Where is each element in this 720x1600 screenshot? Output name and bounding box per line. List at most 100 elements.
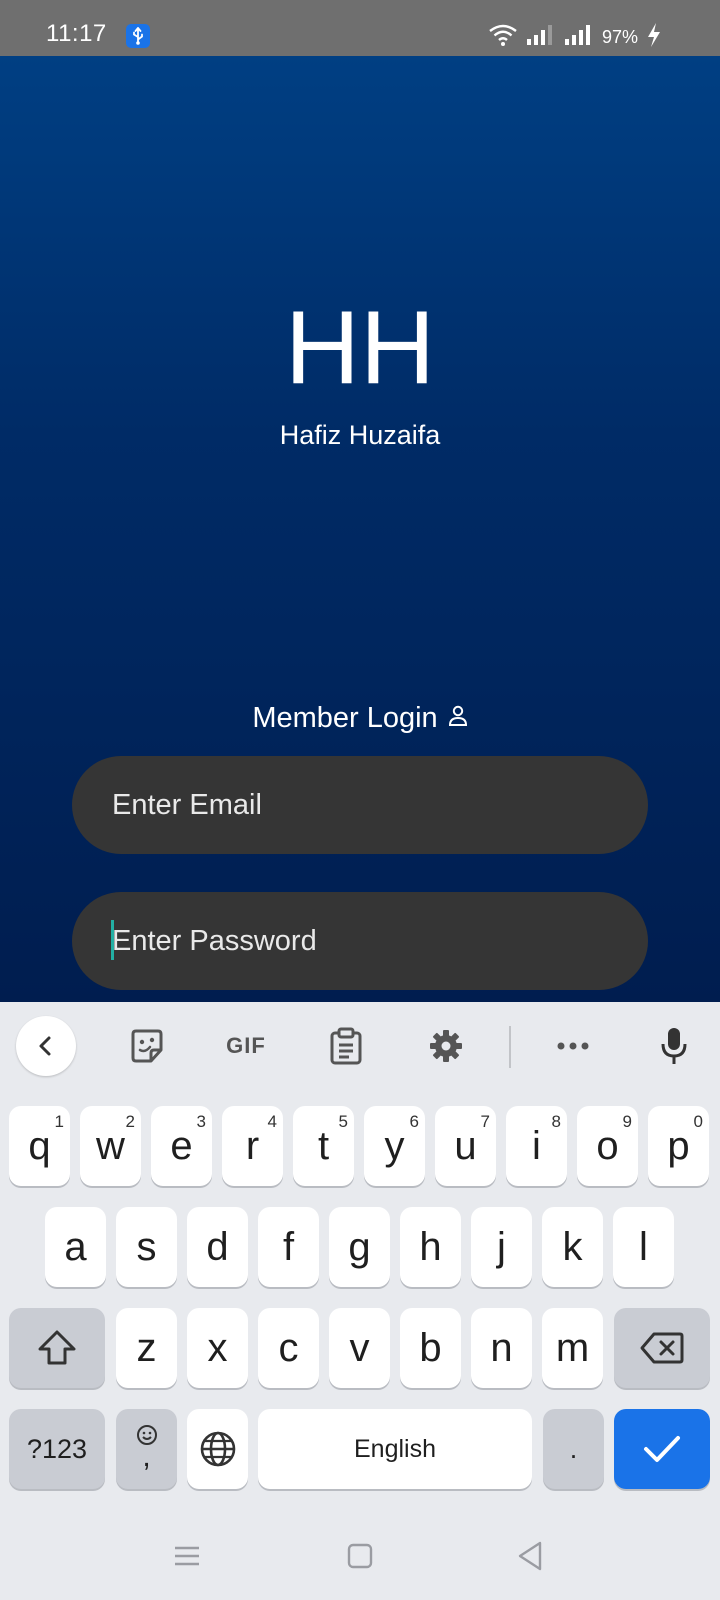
- home-button[interactable]: [346, 1542, 374, 1575]
- key-q[interactable]: q1: [9, 1106, 70, 1186]
- more-options-button[interactable]: [543, 1016, 603, 1076]
- space-key[interactable]: English: [258, 1409, 532, 1489]
- key-label: g: [348, 1224, 371, 1269]
- key-k[interactable]: k: [542, 1207, 603, 1287]
- backspace-key[interactable]: [614, 1308, 710, 1388]
- symbols-key[interactable]: ?123: [9, 1409, 105, 1489]
- password-field-container: [72, 892, 648, 990]
- checkmark-icon: [644, 1436, 680, 1462]
- key-f[interactable]: f: [258, 1207, 319, 1287]
- key-label: d: [206, 1224, 229, 1269]
- key-label: x: [207, 1325, 228, 1370]
- shift-key[interactable]: [9, 1308, 105, 1388]
- space-key-label: English: [354, 1434, 436, 1463]
- comma-label: ,: [142, 1440, 151, 1473]
- member-login-title: Member Login: [252, 702, 438, 734]
- key-label: k: [562, 1224, 583, 1269]
- key-t[interactable]: t5: [293, 1106, 354, 1186]
- key-hint: 4: [267, 1112, 277, 1131]
- key-v[interactable]: v: [329, 1308, 390, 1388]
- key-label: u: [454, 1123, 477, 1168]
- sticker-icon: [131, 1029, 163, 1063]
- key-label: a: [64, 1224, 87, 1269]
- key-s[interactable]: s: [116, 1207, 177, 1287]
- keyboard: GIF q 1 w 2 e 3 r 4 t 5 y 6 u 7 i 8 o 9 …: [0, 1002, 720, 1512]
- key-u[interactable]: u7: [435, 1106, 496, 1186]
- key-hint: 0: [693, 1112, 703, 1131]
- key-j[interactable]: j: [471, 1207, 532, 1287]
- key-o[interactable]: o9: [577, 1106, 638, 1186]
- toolbar-divider: [509, 1026, 511, 1068]
- key-label: p: [667, 1123, 690, 1168]
- square-icon: [347, 1543, 373, 1569]
- key-hint: 9: [622, 1112, 632, 1131]
- signal-icon-sim2: [564, 23, 594, 52]
- key-h[interactable]: h: [400, 1207, 461, 1287]
- toolbar-collapse-button[interactable]: [16, 1016, 76, 1076]
- key-label: s: [136, 1224, 157, 1269]
- member-login-heading: Member Login: [0, 702, 720, 735]
- shift-arrow-icon: [38, 1330, 76, 1365]
- email-field[interactable]: [112, 788, 648, 822]
- sticker-button[interactable]: [117, 1016, 177, 1076]
- text-cursor: [111, 920, 114, 960]
- key-p[interactable]: p0: [648, 1106, 709, 1186]
- menu-icon: [175, 1546, 199, 1566]
- key-hint: 6: [409, 1112, 419, 1131]
- key-hint: 3: [196, 1112, 206, 1131]
- language-key[interactable]: [187, 1409, 248, 1489]
- key-m[interactable]: m: [542, 1308, 603, 1388]
- key-label: f: [282, 1224, 295, 1269]
- battery-percentage: 97%: [601, 27, 638, 47]
- enter-key[interactable]: [614, 1409, 710, 1489]
- key-label: l: [639, 1224, 648, 1269]
- signal-icon-sim1: [526, 23, 556, 52]
- email-field-container: [72, 756, 648, 854]
- gif-button[interactable]: GIF: [216, 1016, 276, 1076]
- clipboard-button[interactable]: [316, 1016, 376, 1076]
- password-field[interactable]: [112, 924, 648, 958]
- key-label: j: [497, 1224, 506, 1269]
- microphone-icon: [661, 1028, 687, 1064]
- key-c[interactable]: c: [258, 1308, 319, 1388]
- comma-key[interactable]: ,: [116, 1409, 177, 1489]
- key-e[interactable]: e3: [151, 1106, 212, 1186]
- key-l[interactable]: l: [613, 1207, 674, 1287]
- key-g[interactable]: g: [329, 1207, 390, 1287]
- key-n[interactable]: n: [471, 1308, 532, 1388]
- key-a[interactable]: a: [45, 1207, 106, 1287]
- logo-initials: HH: [284, 290, 436, 406]
- recent-apps-button[interactable]: [173, 1542, 201, 1575]
- key-label: c: [278, 1325, 299, 1370]
- navigation-bar: [0, 1512, 720, 1600]
- status-time: 11:17: [46, 20, 107, 47]
- period-label: .: [569, 1433, 578, 1464]
- key-label: r: [245, 1123, 260, 1168]
- key-i[interactable]: i8: [506, 1106, 567, 1186]
- settings-button[interactable]: [416, 1016, 476, 1076]
- key-d[interactable]: d: [187, 1207, 248, 1287]
- login-screen: HH Hafiz Huzaifa Member Login: [0, 56, 720, 1002]
- keyboard-toolbar: GIF: [0, 1002, 720, 1090]
- key-hint: 2: [125, 1112, 135, 1131]
- key-hint: 8: [551, 1112, 561, 1131]
- key-x[interactable]: x: [187, 1308, 248, 1388]
- key-b[interactable]: b: [400, 1308, 461, 1388]
- gif-label: GIF: [226, 1033, 266, 1058]
- key-label: i: [532, 1123, 541, 1168]
- key-label: t: [317, 1123, 330, 1168]
- voice-input-button[interactable]: [644, 1016, 704, 1076]
- key-label: n: [490, 1325, 513, 1370]
- symbols-key-label: ?123: [26, 1433, 88, 1464]
- period-key[interactable]: .: [543, 1409, 604, 1489]
- back-button[interactable]: [516, 1540, 544, 1577]
- status-bar: 11:17 97%: [0, 0, 720, 56]
- globe-icon: [200, 1431, 235, 1467]
- key-label: m: [555, 1325, 590, 1370]
- key-r[interactable]: r4: [222, 1106, 283, 1186]
- key-y[interactable]: y6: [364, 1106, 425, 1186]
- key-z[interactable]: z: [116, 1308, 177, 1388]
- back-triangle-icon: [518, 1541, 542, 1571]
- key-label: e: [170, 1123, 193, 1168]
- key-w[interactable]: w2: [80, 1106, 141, 1186]
